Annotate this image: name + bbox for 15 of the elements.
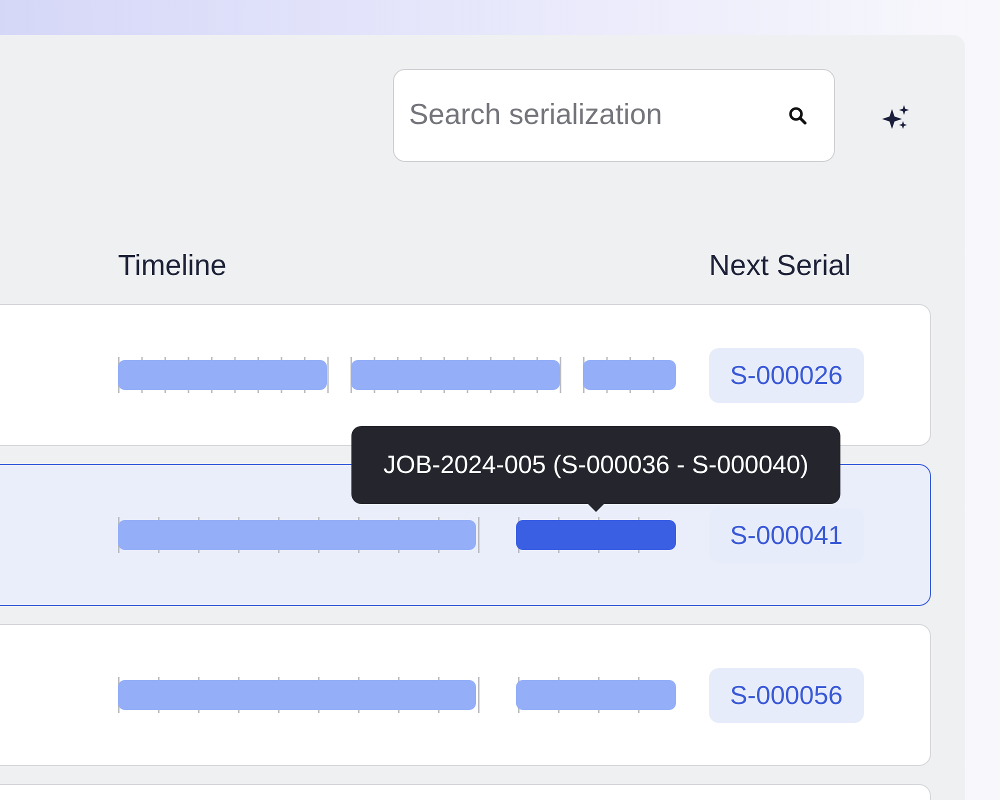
- timeline-bar[interactable]: [350, 360, 560, 390]
- timeline-bar[interactable]: [118, 360, 327, 390]
- timeline-bar[interactable]: [583, 360, 676, 390]
- serial-row[interactable]: S-000026: [0, 304, 931, 446]
- timeline-bar[interactable]: [516, 680, 676, 710]
- tooltip-text: JOB-2024-005 (S-000036 - S-000040): [383, 451, 809, 479]
- serial-row[interactable]: S-000056: [0, 624, 931, 766]
- column-header: Next Serial: [709, 250, 851, 282]
- serial-tag: S-000056: [709, 668, 864, 722]
- timeline-bar[interactable]: [118, 680, 476, 710]
- search-field[interactable]: Search serialization: [393, 69, 835, 162]
- timeline-bar[interactable]: [118, 520, 476, 550]
- column-header: Timeline: [118, 250, 228, 282]
- serial-tag: S-000026: [709, 348, 864, 402]
- search-icon: [788, 106, 808, 126]
